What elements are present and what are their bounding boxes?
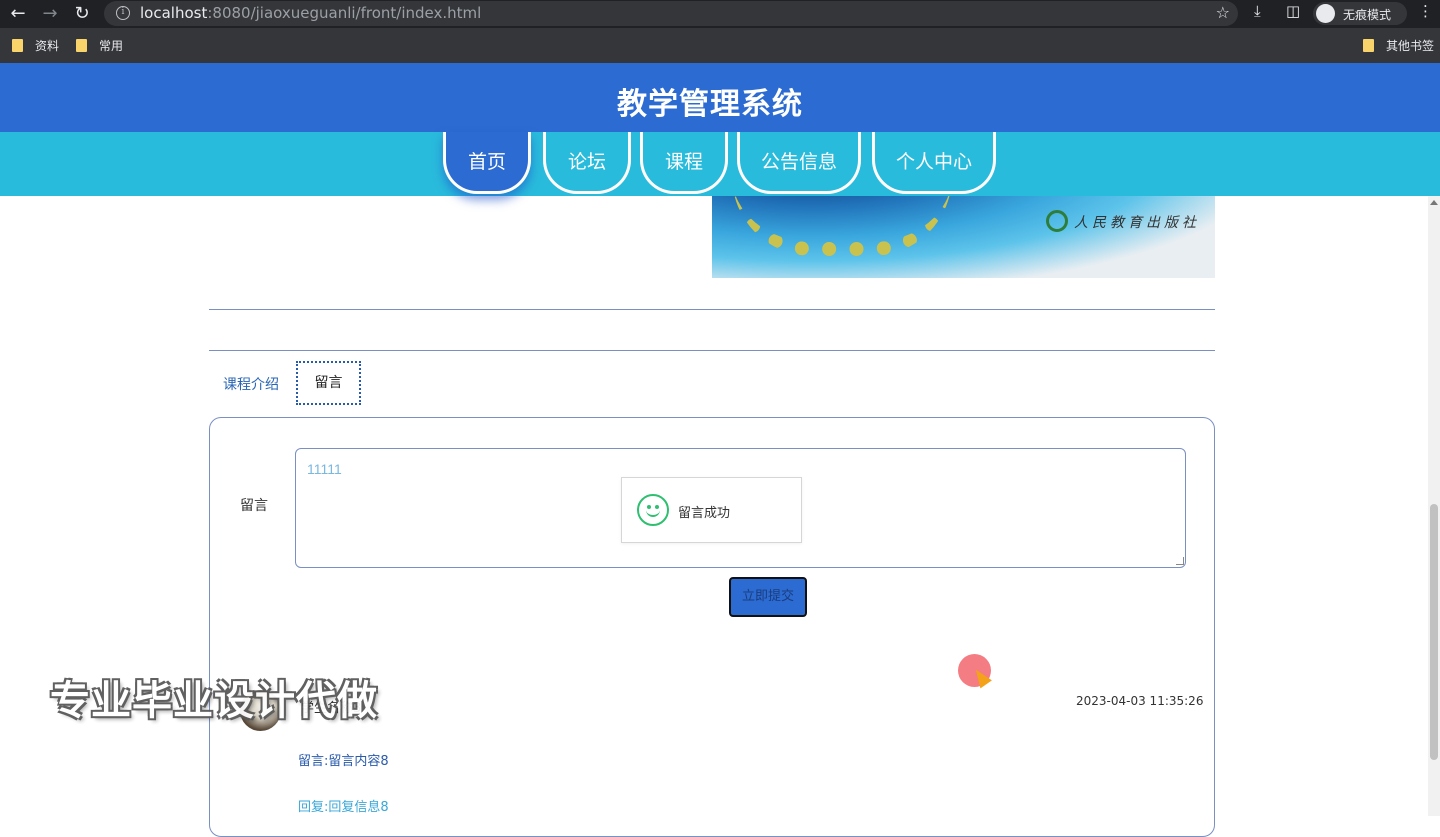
- bookmark-item[interactable]: 资料: [12, 37, 59, 54]
- comment-timestamp: 2023-04-03 11:35:26: [1076, 694, 1204, 708]
- folder-icon: [12, 39, 23, 52]
- nav-personal-center[interactable]: 个人中心: [872, 132, 996, 194]
- site-title: 教学管理系统: [617, 87, 803, 122]
- comment-message: 留言:留言内容8: [298, 754, 389, 769]
- resize-handle[interactable]: [1176, 557, 1184, 565]
- browser-toolbar: ← → ↻ i localhost:8080/jiaoxueguanli/fro…: [0, 0, 1440, 28]
- back-icon[interactable]: ←: [6, 2, 30, 26]
- menu-icon[interactable]: ⋮: [1418, 2, 1433, 20]
- info-icon[interactable]: i: [116, 6, 130, 20]
- bookmark-star-icon[interactable]: ☆: [1216, 3, 1230, 22]
- publisher-logo-icon: [1046, 210, 1068, 232]
- bookmark-item[interactable]: 常用: [76, 37, 123, 54]
- message-field-label: 留言: [240, 498, 268, 514]
- tab-course-intro[interactable]: 课程介绍: [223, 374, 279, 394]
- success-toast: 留言成功: [621, 477, 802, 543]
- reload-icon[interactable]: ↻: [70, 2, 94, 26]
- publisher-text: 人民教育出版社: [1074, 215, 1200, 231]
- incognito-icon: [1316, 4, 1335, 23]
- incognito-badge[interactable]: 无痕模式: [1313, 2, 1407, 25]
- incognito-label: 无痕模式: [1343, 8, 1392, 22]
- address-bar[interactable]: i localhost:8080/jiaoxueguanli/front/ind…: [104, 1, 1238, 26]
- divider: [209, 309, 1215, 310]
- url-text: localhost:8080/jiaoxueguanli/front/index…: [140, 4, 482, 22]
- scroll-thumb[interactable]: [1430, 504, 1438, 760]
- bookmarks-bar: 资料 常用 其他书签: [0, 28, 1440, 63]
- site-header: 教学管理系统: [0, 63, 1440, 132]
- forward-icon[interactable]: →: [38, 2, 62, 26]
- side-panel-icon[interactable]: ◫: [1286, 2, 1300, 20]
- tab-message[interactable]: 留言: [296, 361, 361, 405]
- smile-icon: [637, 494, 669, 526]
- course-banner-image: 人民教育出版社: [712, 196, 1215, 278]
- divider: [209, 350, 1215, 351]
- folder-icon: [76, 39, 87, 52]
- watermark-overlay: 专业毕业设计代做: [50, 678, 378, 724]
- nav-announcements[interactable]: 公告信息: [737, 132, 861, 194]
- banner-decoration: [732, 196, 952, 256]
- nav-courses[interactable]: 课程: [640, 132, 728, 194]
- download-icon[interactable]: ⤓: [1254, 2, 1261, 20]
- scroll-up-icon[interactable]: [1430, 200, 1438, 205]
- comment-reply: 回复:回复信息8: [298, 800, 389, 815]
- toast-message: 留言成功: [678, 506, 731, 521]
- other-bookmarks[interactable]: 其他书签: [1363, 37, 1434, 54]
- main-nav: 首页 论坛 课程 公告信息 个人中心: [0, 132, 1440, 196]
- submit-button[interactable]: 立即提交: [729, 577, 807, 617]
- nav-forum[interactable]: 论坛: [543, 132, 631, 194]
- nav-home[interactable]: 首页: [443, 132, 531, 194]
- page-scrollbar[interactable]: [1428, 196, 1440, 816]
- folder-icon: [1363, 39, 1374, 52]
